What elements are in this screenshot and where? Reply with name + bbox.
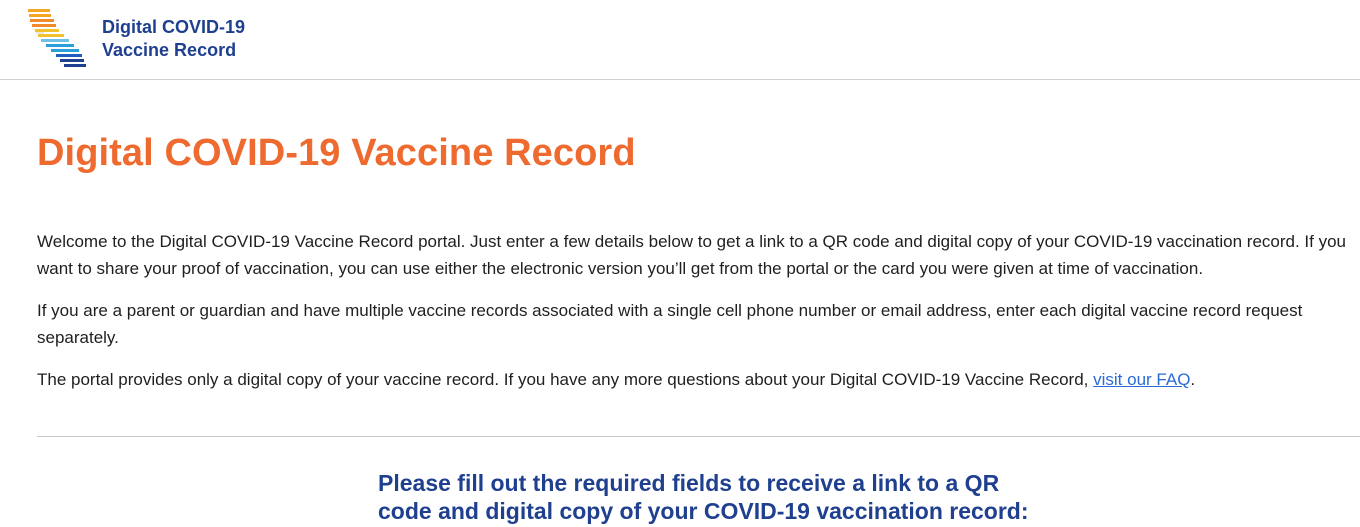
faq-paragraph: The portal provides only a digital copy … xyxy=(37,366,1359,393)
faq-paragraph-text: The portal provides only a digital copy … xyxy=(37,370,1094,389)
home-logo-link[interactable]: Digital COVID-19 Vaccine Record xyxy=(26,8,245,70)
form-heading: Please fill out the required fields to r… xyxy=(378,470,1029,524)
logo-title-line2: Vaccine Record xyxy=(102,40,237,60)
faq-link[interactable]: visit our FAQ xyxy=(1093,370,1190,389)
section-divider xyxy=(37,436,1360,437)
guardian-paragraph: If you are a parent or guardian and have… xyxy=(37,301,1303,347)
welcome-paragraph: Welcome to the Digital COVID-19 Vaccine … xyxy=(37,232,1347,278)
california-state-logo-icon xyxy=(28,9,86,67)
intro-section: Welcome to the Digital COVID-19 Vaccine … xyxy=(37,228,1359,408)
logo-text: Digital COVID-19 Vaccine Record xyxy=(102,16,245,62)
page-title: Digital COVID-19 Vaccine Record xyxy=(37,132,636,174)
site-header: Digital COVID-19 Vaccine Record xyxy=(0,0,1360,80)
logo-title-line1: Digital COVID-19 xyxy=(102,17,246,37)
faq-paragraph-end: . xyxy=(1190,370,1196,389)
